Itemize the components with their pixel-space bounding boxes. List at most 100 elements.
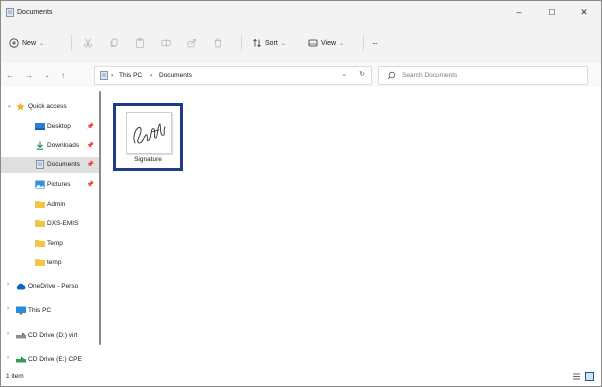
copy-icon [110,38,118,47]
nav-item-label: This PC [28,307,52,314]
nav-item-label: OneDrive - Perso [28,283,79,290]
more-options-button[interactable]: ··· [372,35,378,51]
search-icon [387,71,396,80]
folder-icon [35,259,45,266]
paste-button[interactable] [135,35,145,51]
nav-item-label: Pictures [47,181,71,188]
maximize-button[interactable]: ☐ [541,4,563,20]
window-title: Documents [17,9,53,16]
cut-button[interactable] [83,35,93,51]
title-bar: Documents – ☐ ✕ [1,1,601,23]
sort-button[interactable]: Sort ⌄ [252,35,286,51]
signature-thumbnail [126,112,172,154]
nav-item-label: Documents [47,161,80,168]
signature-scribble-icon [133,123,166,144]
forward-button[interactable]: → [23,68,35,82]
nav-item-dxs-emis[interactable]: DXS-EMIS [1,216,100,232]
nav-item-temp[interactable]: Temp [1,236,100,252]
file-list-area: Signature [104,87,601,369]
download-icon [36,141,44,150]
nav-item-quick-access[interactable]: ⌄ Quick access [1,99,100,115]
large-icons-view-icon[interactable] [585,372,594,381]
chevron-right-icon[interactable]: › [7,355,9,361]
nav-item-documents[interactable]: Documents 📌 [1,157,100,173]
cd-drive-icon [16,332,26,339]
chevron-down-icon: ⌄ [39,40,45,47]
chevron-right-icon[interactable]: › [7,306,9,312]
file-item-signature[interactable]: Signature [113,103,183,171]
file-name: Signature [134,156,162,163]
sort-button-label: Sort [265,39,278,47]
pin-icon: 📌 [86,182,94,188]
search-placeholder: Search Documents [402,72,458,79]
nav-item-downloads[interactable]: Downloads 📌 [1,138,100,154]
nav-item-label: Downloads [47,142,80,149]
trash-icon [214,38,222,48]
nav-item-cd-drive-d[interactable]: › CD Drive (D:) virt [1,328,100,344]
arrow-up-icon: ↑ [61,70,65,80]
minimize-button[interactable]: – [508,4,530,20]
chevron-down-icon: ⌄ [280,40,286,47]
arrow-left-icon: ← [6,70,14,80]
nav-item-this-pc[interactable]: › This PC [1,303,100,319]
view-button-label: View [321,39,337,47]
recent-locations-button[interactable]: ⌄ [41,68,53,82]
address-dropdown-icon[interactable]: ⌄ [341,70,347,78]
documents-app-icon [6,8,14,17]
pictures-icon [35,180,45,189]
back-button[interactable]: ← [4,68,16,82]
share-icon [187,39,196,48]
toolbar-divider [241,35,242,51]
chevron-right-icon[interactable]: › [7,331,9,337]
sort-icon [253,38,261,48]
chevron-right-icon[interactable]: › [7,282,9,288]
up-button[interactable]: ↑ [57,68,69,82]
nav-item-onedrive[interactable]: › OneDrive - Perso [1,279,100,295]
folder-icon [35,220,45,227]
nav-item-cd-drive-e[interactable]: › CD Drive (E:) CPE [1,352,100,368]
clipboard-icon [136,38,144,48]
address-row: ← → ⌄ ↑ › This PC › Documents ⌄ ↻ Search… [1,63,601,87]
nav-item-label: CD Drive (E:) CPE [28,356,82,363]
share-button[interactable] [187,35,197,51]
arrow-right-icon: → [25,70,33,80]
chevron-down-icon: ⌄ [44,72,50,79]
breadcrumb-this-pc[interactable]: This PC [119,72,142,79]
star-icon [16,102,25,111]
folder-icon [35,240,45,247]
breadcrumb-documents[interactable]: Documents [159,72,192,79]
delete-button[interactable] [213,35,223,51]
new-button-label: New [22,39,37,47]
cd-drive-icon [16,356,26,363]
refresh-icon[interactable]: ↻ [359,70,365,78]
nav-item-temp-lowercase[interactable]: temp [1,255,100,271]
breadcrumb-separator: › [111,72,114,79]
nav-item-label: Quick access [28,103,67,110]
nav-item-desktop[interactable]: Desktop 📌 [1,119,100,135]
cloud-icon [16,283,26,290]
chevron-down-icon[interactable]: ⌄ [7,102,12,109]
chevron-down-icon: ⌄ [339,40,345,47]
new-button[interactable]: New ⌄ [9,35,44,51]
folder-icon [35,201,45,208]
nav-item-label: DXS-EMIS [47,220,79,227]
breadcrumb-separator: › [150,72,153,79]
pin-icon: 📌 [86,143,94,149]
nav-item-label: Admin [47,201,66,208]
copy-button[interactable] [109,35,119,51]
view-icon [308,39,318,47]
close-button[interactable]: ✕ [573,4,595,20]
nav-item-label: Temp [47,240,63,247]
plus-circle-icon [9,38,19,48]
nav-item-admin[interactable]: Admin [1,197,100,213]
navigation-pane-scrollbar[interactable] [99,91,101,345]
search-box[interactable]: Search Documents [378,66,588,85]
details-view-icon[interactable] [572,372,581,381]
address-bar[interactable]: › This PC › Documents ⌄ ↻ [94,66,372,85]
nav-item-pictures[interactable]: Pictures 📌 [1,177,100,193]
command-bar: New ⌄ Sort ⌄ View ⌄ ··· [1,23,601,64]
view-button[interactable]: View ⌄ [308,35,344,51]
rename-button[interactable] [161,35,171,51]
scissors-icon [84,38,92,48]
rename-icon [161,39,171,47]
